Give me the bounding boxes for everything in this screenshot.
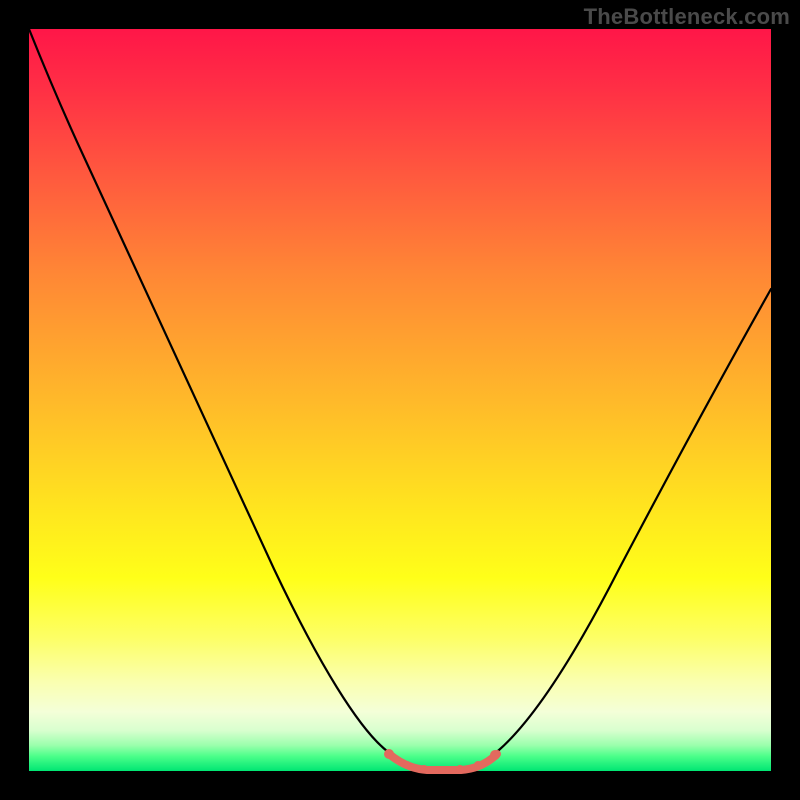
bottleneck-curve xyxy=(29,29,771,769)
watermark-text: TheBottleneck.com xyxy=(584,4,790,30)
chart-frame: TheBottleneck.com xyxy=(0,0,800,800)
curve-layer xyxy=(29,29,771,771)
plot-area xyxy=(29,29,771,771)
